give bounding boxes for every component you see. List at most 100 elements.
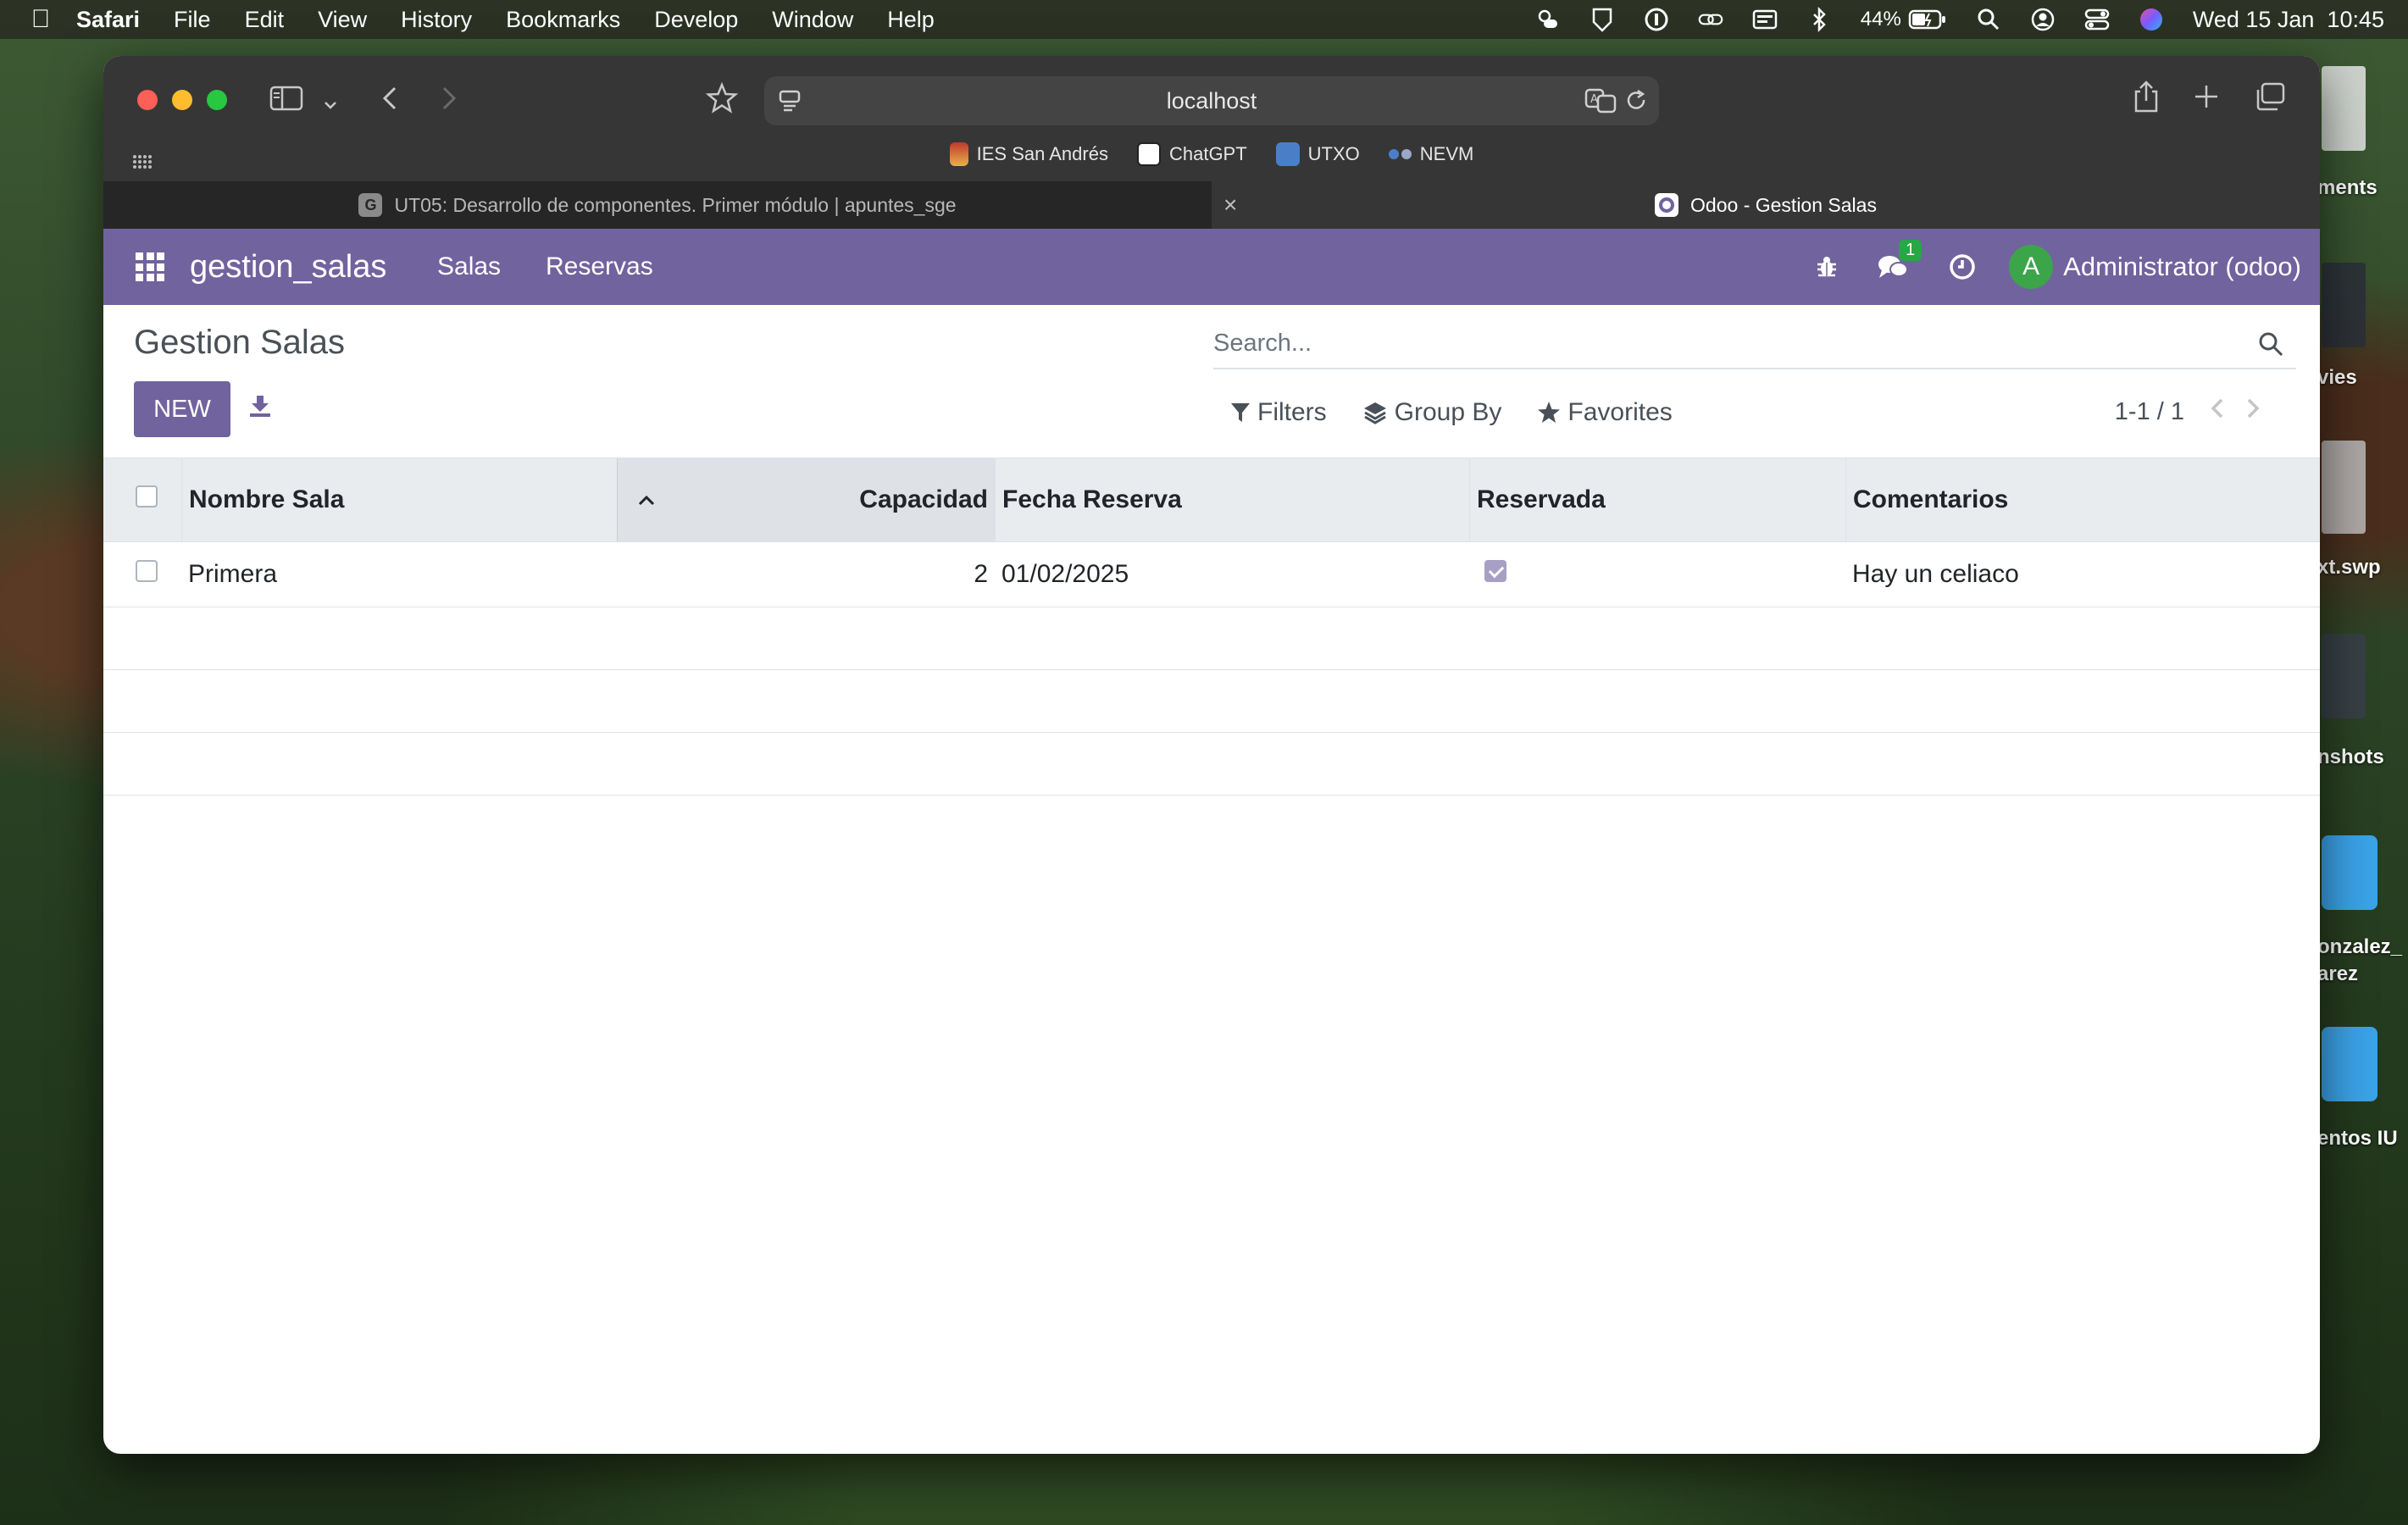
app-brand[interactable]: gestion_salas [190,249,386,286]
messaging-button[interactable]: 1 [1877,240,1923,280]
pager-previous-icon[interactable] [2210,396,2225,427]
desktop-folder-blue-icon-2[interactable] [2322,1027,2377,1101]
desktop-label-4[interactable]: nshots [2317,746,2384,769]
row-checkbox[interactable] [136,560,158,582]
tab-overview-icon[interactable] [2254,81,2286,117]
menu-help[interactable]: Help [887,7,935,33]
table-row[interactable]: Primera 2 01/02/2025 Hay un celiaco [103,542,2320,607]
share-icon[interactable] [2132,80,2161,119]
close-window-button[interactable] [137,90,158,110]
bookmark-utxo[interactable]: UTXO [1275,142,1360,166]
url-text[interactable]: localhost [1167,88,1257,114]
new-tab-icon[interactable] [2193,83,2220,115]
desktop-document-icon[interactable] [2322,441,2366,534]
menu-safari[interactable]: Safari [76,7,140,33]
new-button[interactable]: NEW [134,381,230,437]
pager-next-icon[interactable] [2245,396,2261,427]
bookmark-chatgpt[interactable]: ChatGPT [1136,142,1247,166]
address-bar[interactable]: localhost A [764,76,1659,125]
desktop-label-5[interactable]: onzalez_ [2317,935,2402,959]
weather-icon[interactable] [1535,7,1561,32]
tab-bar: G UT05: Desarrollo de componentes. Prime… [103,181,2320,229]
menu-file[interactable]: File [174,7,211,33]
menu-edit[interactable]: Edit [245,7,285,33]
desktop-label-5b[interactable]: arez [2317,962,2358,986]
bookmark-nevm[interactable]: NEVM [1388,143,1473,165]
desktop-label-6[interactable]: entos IU [2317,1127,2398,1151]
desktop-label-2[interactable]: vies [2317,366,2357,390]
row-select-cell [103,560,181,589]
brave-icon[interactable] [1590,7,1615,32]
column-comentarios[interactable]: Comentarios [1845,458,2320,541]
window-controls [137,90,227,110]
cell-nombre-sala[interactable]: Primera [181,560,617,589]
menu-view[interactable]: View [318,7,367,33]
cell-comentarios[interactable]: Hay un celiaco [1845,560,2320,589]
desktop-folder-icon[interactable] [2322,263,2366,347]
pager-value[interactable]: 1-1 / 1 [2115,398,2184,426]
back-icon[interactable] [380,85,400,117]
bookmark-label: ChatGPT [1168,143,1247,164]
cell-reservada[interactable] [1469,560,1845,589]
list-view: Nombre Sala Capacidad Fecha Reserva Rese… [103,458,2320,796]
tab-close-icon[interactable]: × [1223,191,1237,219]
minimize-window-button[interactable] [172,90,192,110]
user-menu[interactable]: A Administrator (odoo) [2009,245,2301,289]
desktop-label-1[interactable]: ments [2317,176,2377,200]
menu-window[interactable]: Window [772,7,853,33]
table-header: Nombre Sala Capacidad Fecha Reserva Rese… [103,458,2320,542]
search-input[interactable] [1213,329,2230,358]
column-fecha-reserva[interactable]: Fecha Reserva [995,458,1469,541]
desktop-screenshots-icon[interactable] [2322,634,2366,718]
column-capacidad[interactable]: Capacidad [617,458,995,541]
groupby-label: Group By [1394,398,1502,426]
empty-row [103,607,2320,670]
menu-bookmarks[interactable]: Bookmarks [506,7,620,33]
page-menu-icon[interactable] [778,88,802,119]
debug-bug-icon[interactable] [1814,254,1839,280]
chevron-down-icon[interactable] [322,90,339,119]
user-account-icon[interactable] [2030,7,2056,32]
filter-funnel-icon [1231,403,1250,422]
download-icon[interactable] [247,393,273,423]
desktop-folder-blue-icon[interactable] [2322,835,2377,910]
menu-salas[interactable]: Salas [437,252,501,281]
clock[interactable]: Wed 15 Jan 10:45 [2193,7,2384,33]
apple-menu-icon[interactable]:  [24,5,58,34]
bookmark-star-icon[interactable] [705,81,739,120]
forward-icon[interactable] [439,85,459,117]
keyboard-input-icon[interactable] [1752,7,1778,32]
bookmark-ies-san-andres[interactable]: IES San Andrés [949,142,1108,166]
select-all-checkbox[interactable] [136,485,158,507]
control-center-icon[interactable] [2084,7,2110,32]
sidebar-toggle-icon[interactable] [269,85,303,117]
menu-develop[interactable]: Develop [654,7,738,33]
onepassword-icon[interactable] [1644,7,1669,32]
zoom-window-button[interactable] [207,90,227,110]
tab-apuntes-sge[interactable]: G UT05: Desarrollo de componentes. Prime… [103,181,1212,229]
link-icon[interactable] [1698,7,1723,32]
translate-icon[interactable]: A [1584,88,1617,119]
favorites-button[interactable]: Favorites [1537,398,1673,427]
groupby-button[interactable]: Group By [1362,398,1502,427]
cell-fecha-reserva[interactable]: 01/02/2025 [995,560,1469,589]
desktop-label-3[interactable]: xt.swp [2317,556,2381,580]
activity-clock-icon[interactable] [1948,252,1977,281]
menu-reservas[interactable]: Reservas [546,252,653,281]
reload-icon[interactable] [1625,88,1649,119]
tab-odoo-gestion-salas[interactable]: Odoo - Gestion Salas [1212,181,2320,229]
cell-capacidad[interactable]: 2 [617,560,995,589]
search-icon[interactable] [2257,330,2284,362]
bluetooth-icon[interactable] [1806,7,1832,32]
spotlight-search-icon[interactable] [1976,7,2001,32]
filters-button[interactable]: Filters [1230,398,1327,427]
menu-history[interactable]: History [401,7,472,33]
siri-icon[interactable] [2139,7,2164,32]
desktop-file-icon[interactable] [2322,66,2366,151]
odoo-navbar: gestion_salas Salas Reservas 1 A Adminis… [103,229,2320,305]
column-nombre-sala[interactable]: Nombre Sala [181,458,617,541]
column-reservada[interactable]: Reservada [1469,458,1845,541]
app-menu-grid-icon[interactable] [136,252,164,281]
battery-status[interactable]: 44% [1861,8,1947,31]
battery-icon [1908,9,1945,30]
